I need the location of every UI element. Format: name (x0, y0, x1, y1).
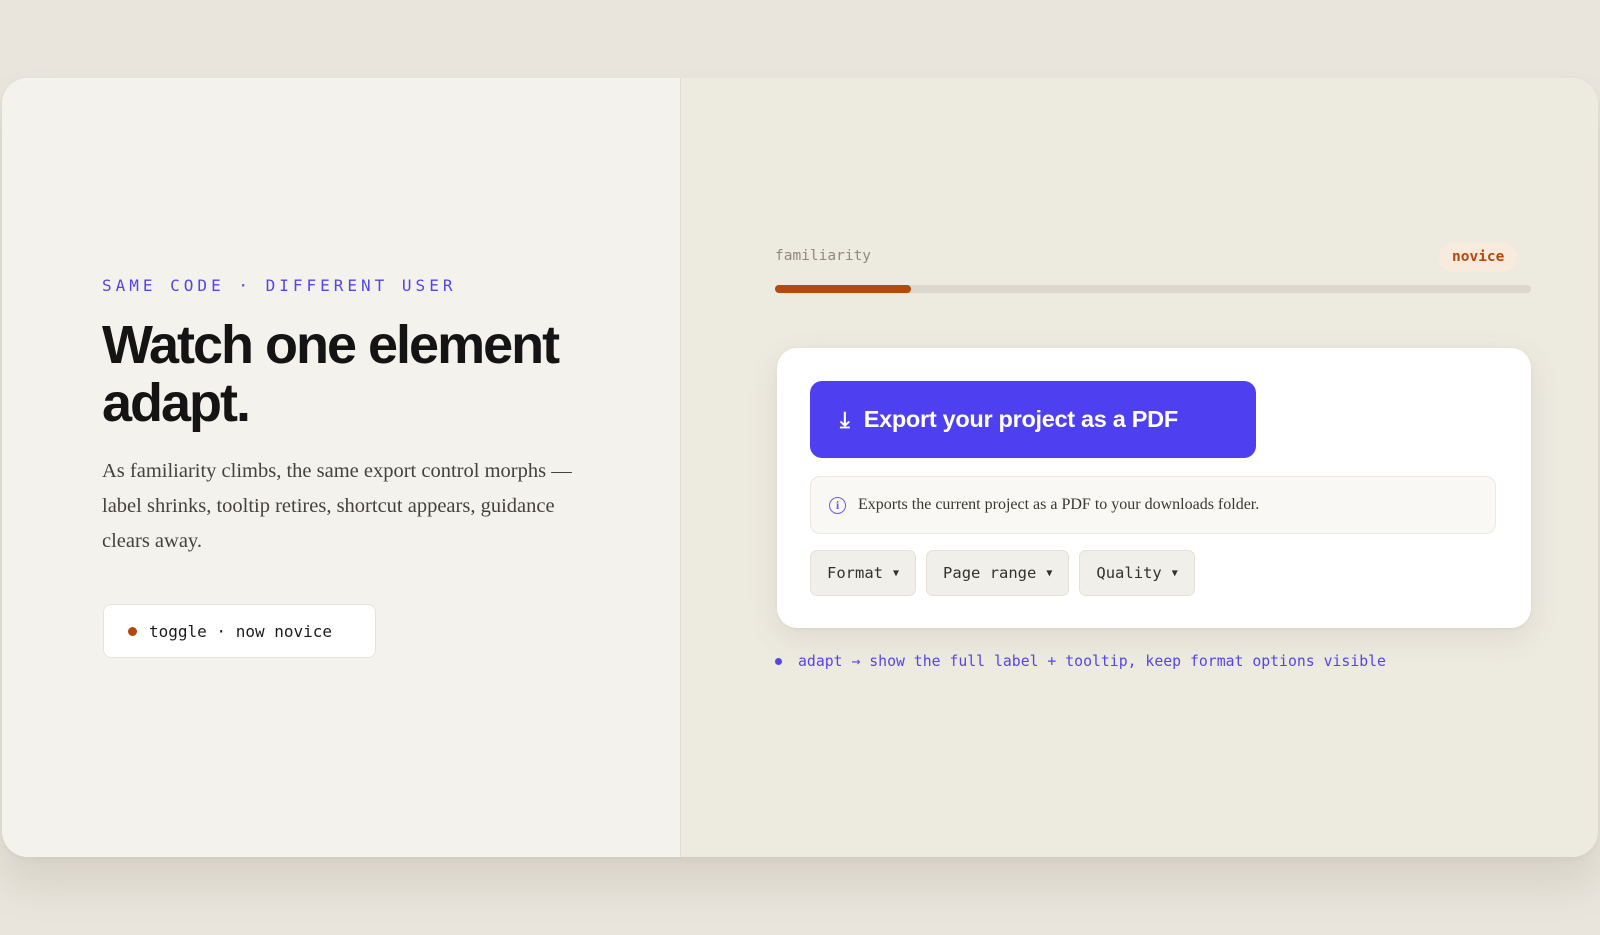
tooltip-text: Exports the current project as a PDF to … (858, 496, 1260, 513)
format-options: Format ▼ Page range ▼ Quality ▼ (810, 550, 1195, 596)
format-dropdown-label: Format (827, 564, 883, 582)
caret-down-icon: ▼ (1171, 567, 1178, 579)
export-control-card: ⤓ Export your project as a PDF i Exports… (777, 348, 1531, 628)
adapt-note: adapt → show the full label + tooltip, k… (775, 653, 1386, 670)
caret-down-icon: ▼ (1046, 567, 1053, 579)
caret-down-icon: ▼ (893, 567, 900, 579)
format-dropdown[interactable]: Format ▼ (810, 550, 917, 596)
status-dot-icon (128, 626, 137, 636)
page-title: Watch one element adapt. (102, 315, 560, 433)
export-tooltip: i Exports the current project as a PDF t… (810, 476, 1496, 534)
demo-card: SAME CODE · DIFFERENT USER Watch one ele… (2, 78, 1598, 857)
demo-panel: familiarity novice ⤓ Export your project… (681, 78, 1598, 857)
quality-dropdown[interactable]: Quality ▼ (1079, 550, 1195, 596)
familiarity-label: familiarity (775, 248, 872, 264)
intro-description: As familiarity climbs, the same export c… (102, 460, 572, 552)
familiarity-toggle-button[interactable]: toggle · now novice (103, 604, 376, 658)
export-button-label: Export your project as a PDF (863, 406, 1178, 432)
download-arrow-icon: ⤓ (840, 406, 850, 432)
familiarity-progress-fill (775, 285, 912, 293)
quality-dropdown-label: Quality (1096, 564, 1162, 582)
bullet-dot-icon (775, 658, 782, 665)
level-badge: novice (1439, 242, 1518, 272)
eyebrow-label: SAME CODE · DIFFERENT USER (102, 276, 457, 295)
page-range-dropdown-label: Page range (943, 564, 1037, 582)
intro-panel: SAME CODE · DIFFERENT USER Watch one ele… (2, 78, 681, 857)
export-pdf-button[interactable]: ⤓ Export your project as a PDF (810, 381, 1256, 458)
familiarity-progress-track (775, 285, 1531, 293)
toggle-label: toggle · now novice (149, 621, 333, 641)
adapt-note-text: adapt → show the full label + tooltip, k… (798, 653, 1386, 670)
info-icon: i (829, 496, 846, 514)
page-range-dropdown[interactable]: Page range ▼ (926, 550, 1070, 596)
